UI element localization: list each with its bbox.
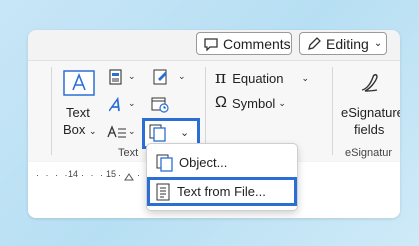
- text-box-icon: [62, 69, 96, 102]
- text-box-button[interactable]: Text Box ⌄: [58, 67, 100, 137]
- chevron-down-icon: ⌄: [128, 98, 136, 108]
- comments-button[interactable]: Comments: [196, 32, 292, 55]
- chevron-down-icon: ⌄: [373, 38, 383, 49]
- ruler-mark: 14: [68, 169, 79, 179]
- drop-cap-button[interactable]: [107, 125, 127, 146]
- equation-button[interactable]: π Equation ⌄: [215, 68, 310, 88]
- esignature-fields-button[interactable]: eSignature fields: [338, 67, 400, 139]
- text-box-label-row: Box ⌄: [63, 122, 97, 137]
- chevron-down-icon: ⌄: [128, 71, 136, 81]
- editing-label: Editing: [326, 35, 369, 52]
- chevron-down-icon: ⌄: [128, 126, 136, 136]
- chevron-down-icon: ⌄: [178, 71, 186, 81]
- ribbon-separator: [51, 67, 52, 155]
- drop-cap-icon: [107, 125, 126, 138]
- ribbon-separator: [332, 67, 333, 155]
- menu-item-text-from-file[interactable]: Text from File...: [147, 177, 297, 206]
- text-file-icon: [149, 183, 177, 201]
- chevron-down-icon: ⌄: [89, 126, 97, 136]
- chevron-down-icon: ⌄: [301, 72, 310, 83]
- calendar-clock-icon: [151, 97, 169, 113]
- ruler-mark: 15: [106, 169, 117, 179]
- comment-icon: [203, 37, 219, 51]
- ruler-dots: · · ·: [81, 170, 105, 180]
- word-window: Comments Editing ⌄ Text Box ⌄ ⌄ ⌄ ⌄ ⌄ ⌄ …: [28, 30, 400, 218]
- signature-line-button[interactable]: [152, 68, 170, 91]
- quick-parts-icon: [109, 69, 122, 85]
- pi-icon: π: [215, 68, 227, 88]
- esignature-label-2: fields: [354, 122, 385, 137]
- esignature-label-1: eSignature: [341, 105, 400, 120]
- pencil-icon: [306, 36, 322, 52]
- menu-item-object[interactable]: Object...: [151, 150, 293, 175]
- text-group-label: Text: [118, 147, 139, 159]
- editing-button[interactable]: Editing ⌄: [299, 32, 387, 55]
- object-dropdown-menu: Object... Text from File...: [146, 143, 298, 211]
- ribbon-separator: [205, 67, 206, 155]
- ruler-dots: · · · ·: [36, 170, 70, 180]
- object-icon: [149, 124, 166, 142]
- wordart-icon: [108, 96, 120, 112]
- object-icon: [151, 154, 179, 172]
- symbol-button[interactable]: Ω Symbol ⌄: [215, 94, 286, 112]
- title-bar: Comments Editing ⌄: [28, 30, 400, 60]
- indent-marker-icon[interactable]: [124, 173, 134, 181]
- text-box-label-2: Box: [63, 122, 86, 137]
- date-time-button[interactable]: [151, 95, 169, 118]
- quick-parts-button[interactable]: [108, 69, 124, 90]
- comments-label: Comments: [223, 35, 291, 52]
- omega-icon: Ω: [215, 94, 227, 111]
- symbol-label: Symbol: [231, 95, 276, 111]
- chevron-down-icon: ⌄: [180, 127, 190, 139]
- chevron-down-icon: ⌄: [278, 97, 286, 108]
- esignature-group-label: eSignatur: [345, 147, 393, 159]
- menu-item-label: Object...: [179, 155, 228, 170]
- menu-item-label: Text from File...: [177, 184, 266, 199]
- wordart-button[interactable]: [108, 96, 125, 118]
- signature-line-icon: [153, 69, 167, 85]
- equation-label: Equation: [232, 70, 284, 86]
- text-box-label-1: Text: [66, 105, 90, 120]
- esignature-pen-icon: [361, 74, 378, 92]
